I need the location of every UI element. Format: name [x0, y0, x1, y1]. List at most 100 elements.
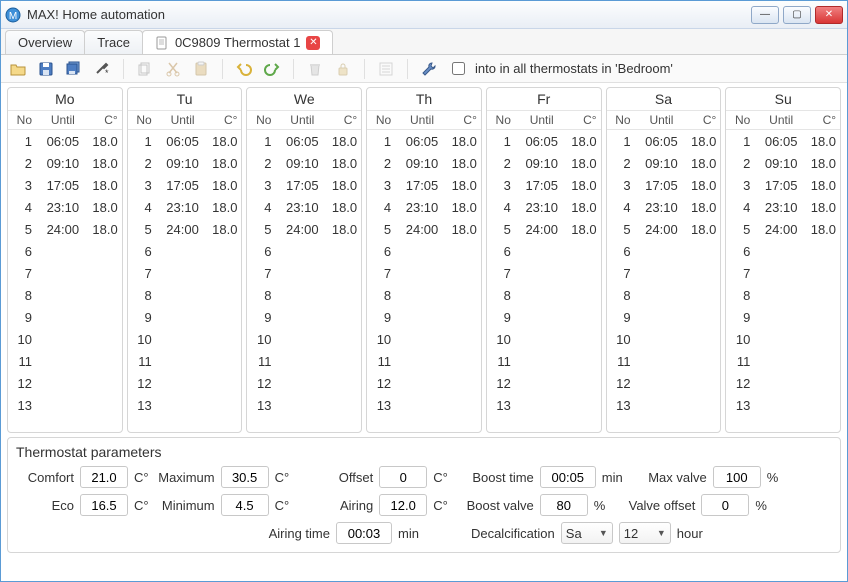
undo-icon[interactable]: [235, 60, 253, 78]
schedule-row[interactable]: 423:1018.0: [726, 196, 840, 218]
schedule-row[interactable]: 11: [8, 350, 122, 372]
settings-icon[interactable]: *: [93, 60, 111, 78]
schedule-row[interactable]: 209:1018.0: [726, 152, 840, 174]
wrench-icon[interactable]: [420, 60, 438, 78]
schedule-row[interactable]: 317:0518.0: [367, 174, 481, 196]
input-valve-offset[interactable]: [701, 494, 749, 516]
schedule-row[interactable]: 12: [726, 372, 840, 394]
schedule-row[interactable]: 524:0018.0: [8, 218, 122, 240]
schedule-row[interactable]: 12: [8, 372, 122, 394]
schedule-row[interactable]: 13: [128, 394, 242, 416]
schedule-row[interactable]: 13: [607, 394, 721, 416]
schedule-row[interactable]: 9: [8, 306, 122, 328]
schedule-row[interactable]: 423:1018.0: [607, 196, 721, 218]
schedule-row[interactable]: 209:1018.0: [367, 152, 481, 174]
input-max-valve[interactable]: [713, 466, 761, 488]
schedule-row[interactable]: 423:1018.0: [128, 196, 242, 218]
schedule-row[interactable]: 9: [128, 306, 242, 328]
schedule-row[interactable]: 12: [247, 372, 361, 394]
schedule-row[interactable]: 524:0018.0: [487, 218, 601, 240]
schedule-row[interactable]: 8: [247, 284, 361, 306]
schedule-row[interactable]: 106:0518.0: [128, 130, 242, 152]
schedule-row[interactable]: 7: [487, 262, 601, 284]
save-icon[interactable]: [37, 60, 55, 78]
schedule-row[interactable]: 423:1018.0: [487, 196, 601, 218]
schedule-row[interactable]: 6: [128, 240, 242, 262]
save-all-icon[interactable]: [65, 60, 83, 78]
schedule-row[interactable]: 209:1018.0: [607, 152, 721, 174]
schedule-row[interactable]: 13: [247, 394, 361, 416]
input-offset[interactable]: [379, 466, 427, 488]
input-maximum[interactable]: [221, 466, 269, 488]
schedule-row[interactable]: 7: [367, 262, 481, 284]
schedule-row[interactable]: 317:0518.0: [726, 174, 840, 196]
schedule-row[interactable]: 6: [8, 240, 122, 262]
input-airing-time[interactable]: [336, 522, 392, 544]
schedule-row[interactable]: 209:1018.0: [8, 152, 122, 174]
schedule-row[interactable]: 524:0018.0: [726, 218, 840, 240]
combo-decalc-day[interactable]: Sa▼: [561, 522, 613, 544]
schedule-row[interactable]: 317:0518.0: [128, 174, 242, 196]
schedule-row[interactable]: 524:0018.0: [607, 218, 721, 240]
schedule-row[interactable]: 7: [128, 262, 242, 284]
schedule-row[interactable]: 524:0018.0: [367, 218, 481, 240]
schedule-row[interactable]: 10: [726, 328, 840, 350]
schedule-row[interactable]: 317:0518.0: [247, 174, 361, 196]
schedule-row[interactable]: 8: [487, 284, 601, 306]
schedule-row[interactable]: 524:0018.0: [247, 218, 361, 240]
schedule-row[interactable]: 317:0518.0: [8, 174, 122, 196]
list-icon[interactable]: [377, 60, 395, 78]
redo-icon[interactable]: [263, 60, 281, 78]
schedule-row[interactable]: 12: [487, 372, 601, 394]
schedule-row[interactable]: 10: [247, 328, 361, 350]
schedule-row[interactable]: 13: [726, 394, 840, 416]
schedule-row[interactable]: 317:0518.0: [607, 174, 721, 196]
schedule-row[interactable]: 11: [726, 350, 840, 372]
schedule-row[interactable]: 106:0518.0: [247, 130, 361, 152]
lock-icon[interactable]: [334, 60, 352, 78]
schedule-row[interactable]: 209:1018.0: [128, 152, 242, 174]
schedule-row[interactable]: 106:0518.0: [607, 130, 721, 152]
schedule-row[interactable]: 8: [8, 284, 122, 306]
schedule-row[interactable]: 8: [128, 284, 242, 306]
schedule-row[interactable]: 6: [607, 240, 721, 262]
schedule-row[interactable]: 8: [726, 284, 840, 306]
schedule-row[interactable]: 106:0518.0: [726, 130, 840, 152]
schedule-row[interactable]: 10: [487, 328, 601, 350]
close-button[interactable]: ✕: [815, 6, 843, 24]
minimize-button[interactable]: —: [751, 6, 779, 24]
schedule-row[interactable]: 11: [247, 350, 361, 372]
combo-decalc-hour[interactable]: 12▼: [619, 522, 671, 544]
schedule-row[interactable]: 13: [367, 394, 481, 416]
input-minimum[interactable]: [221, 494, 269, 516]
schedule-row[interactable]: 524:0018.0: [128, 218, 242, 240]
schedule-row[interactable]: 106:0518.0: [367, 130, 481, 152]
cut-icon[interactable]: [164, 60, 182, 78]
schedule-row[interactable]: 11: [487, 350, 601, 372]
schedule-row[interactable]: 8: [367, 284, 481, 306]
schedule-row[interactable]: 9: [487, 306, 601, 328]
schedule-row[interactable]: 12: [607, 372, 721, 394]
input-airing[interactable]: [379, 494, 427, 516]
schedule-row[interactable]: 209:1018.0: [487, 152, 601, 174]
schedule-row[interactable]: 11: [607, 350, 721, 372]
schedule-row[interactable]: 106:0518.0: [487, 130, 601, 152]
schedule-row[interactable]: 423:1018.0: [247, 196, 361, 218]
schedule-row[interactable]: 423:1018.0: [8, 196, 122, 218]
schedule-row[interactable]: 7: [607, 262, 721, 284]
tab-close-icon[interactable]: ✕: [306, 36, 320, 50]
schedule-row[interactable]: 10: [607, 328, 721, 350]
schedule-row[interactable]: 6: [247, 240, 361, 262]
schedule-row[interactable]: 7: [726, 262, 840, 284]
schedule-row[interactable]: 8: [607, 284, 721, 306]
input-comfort[interactable]: [80, 466, 128, 488]
schedule-row[interactable]: 7: [247, 262, 361, 284]
input-boost-time[interactable]: [540, 466, 596, 488]
tab-thermostat[interactable]: 0C9809 Thermostat 1 ✕: [142, 30, 334, 54]
schedule-row[interactable]: 9: [607, 306, 721, 328]
schedule-row[interactable]: 9: [367, 306, 481, 328]
input-boost-valve[interactable]: [540, 494, 588, 516]
input-eco[interactable]: [80, 494, 128, 516]
schedule-row[interactable]: 12: [128, 372, 242, 394]
schedule-row[interactable]: 13: [487, 394, 601, 416]
